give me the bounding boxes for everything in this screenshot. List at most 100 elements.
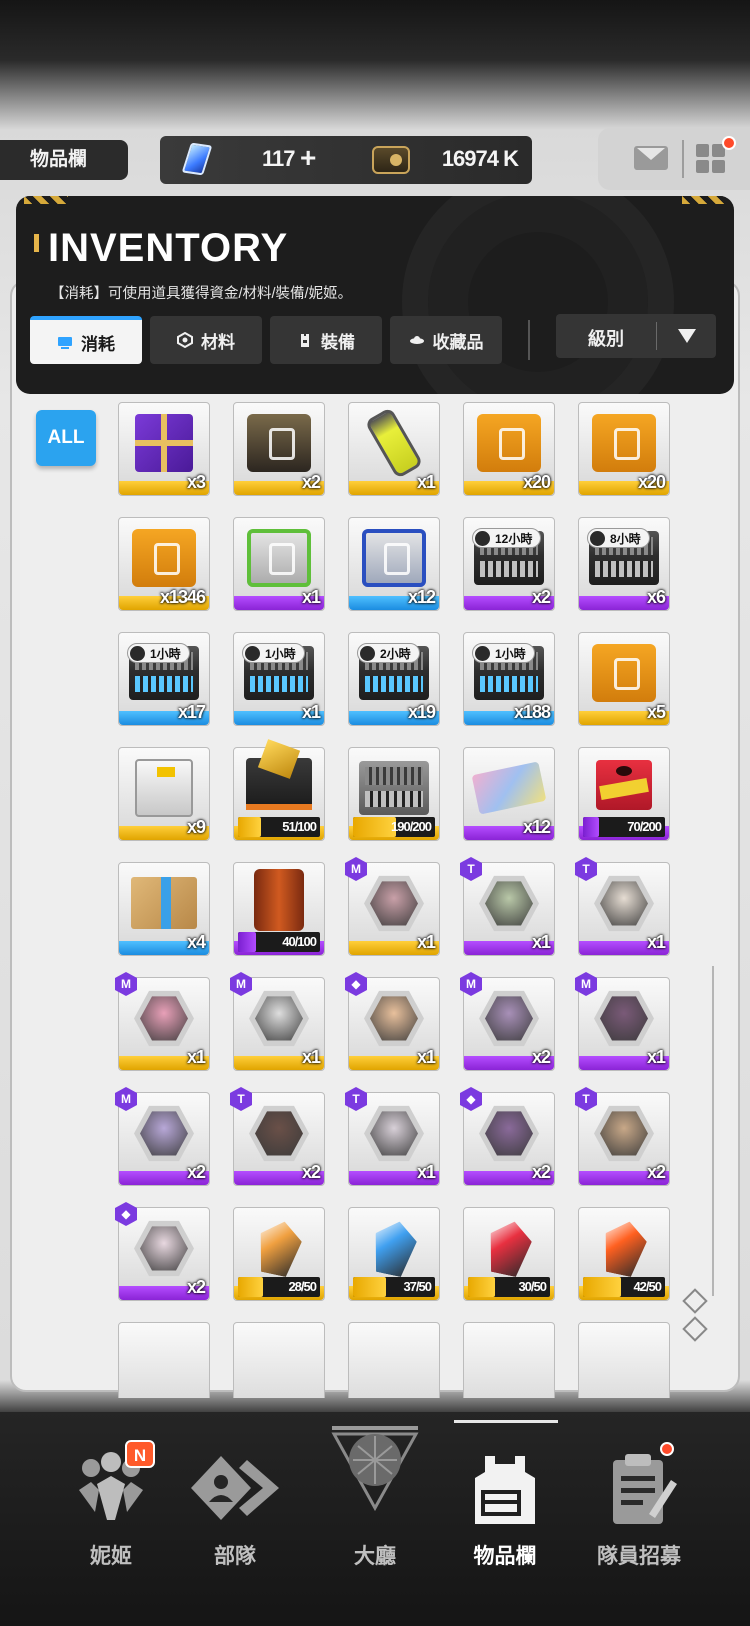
inventory-item[interactable]: 1小時 x188 <box>463 632 555 726</box>
progress-bar: 37/50 <box>353 1277 435 1297</box>
inventory-item[interactable]: 12小時 x2 <box>463 517 555 611</box>
item-count: x2 <box>301 1162 321 1182</box>
mail-icon[interactable] <box>634 146 668 170</box>
item-count: x6 <box>646 587 666 607</box>
bottom-nav: 妮姬 部隊 大廳 物品欄 隊員招募 <box>0 1412 750 1626</box>
timer-badge: 1小時 <box>127 643 190 663</box>
sort-label: 級別 <box>588 329 624 349</box>
inventory-item[interactable]: 1小時 x1 <box>233 632 325 726</box>
inventory-item[interactable] <box>118 1322 210 1398</box>
inventory-item[interactable]: ◆ x2 <box>115 1202 210 1301</box>
item-count: x12 <box>407 587 436 607</box>
scroll-down-icon[interactable] <box>682 1316 708 1342</box>
inventory-item[interactable]: x5 <box>578 632 670 726</box>
progress-fill <box>583 1277 621 1297</box>
tab-equipment[interactable]: 裝備 <box>270 316 382 364</box>
item-count: x2 <box>531 587 551 607</box>
character-portrait-icon <box>594 988 654 1048</box>
inventory-item[interactable]: x3 <box>118 402 210 496</box>
gift-box-icon <box>471 761 547 816</box>
nav-nikke[interactable]: 妮姬 <box>46 1412 176 1568</box>
item-count: x1 <box>186 1047 206 1067</box>
inventory-item[interactable]: 37/50 <box>348 1207 440 1301</box>
item-count: x188 <box>513 702 551 722</box>
inventory-item[interactable]: Tx2 <box>230 1087 325 1186</box>
inventory-item[interactable]: Mx2 <box>115 1087 210 1186</box>
sort-dropdown[interactable]: 級別 <box>556 314 716 358</box>
inventory-item[interactable] <box>578 1322 670 1398</box>
add-gems-button[interactable]: + <box>300 142 316 174</box>
nav-label: 物品欄 <box>473 1545 537 1568</box>
inventory-title: INVENTORY <box>48 226 289 270</box>
inventory-item[interactable]: Mx1 <box>575 972 670 1071</box>
filter-all-button[interactable]: ALL <box>36 410 96 466</box>
inventory-item[interactable]: x1 <box>233 517 325 611</box>
material-icon <box>177 332 193 348</box>
inventory-item[interactable]: 190/200 <box>348 747 440 841</box>
nav-squad[interactable]: 部隊 <box>170 1412 300 1568</box>
inventory-item[interactable]: Mx1 <box>345 857 440 956</box>
nav-inventory[interactable]: 物品欄 <box>440 1412 570 1568</box>
character-portrait-icon <box>364 1103 424 1163</box>
inventory-item[interactable]: Mx1 <box>115 972 210 1071</box>
inventory-item[interactable]: 8小時 x6 <box>578 517 670 611</box>
inventory-item[interactable]: x12 <box>463 747 555 841</box>
inventory-item[interactable]: x1 <box>348 402 440 496</box>
inventory-item[interactable]: Mx1 <box>230 972 325 1071</box>
tab-material[interactable]: 材料 <box>150 316 262 364</box>
nav-lobby[interactable]: 大廳 <box>310 1412 440 1568</box>
inventory-item[interactable]: 42/50 <box>578 1207 670 1301</box>
canister-icon <box>364 407 424 480</box>
inventory-item[interactable]: x4 <box>118 862 210 956</box>
nav-recruit[interactable]: 隊員招募 <box>574 1412 704 1568</box>
menu-grid-icon[interactable] <box>696 144 726 174</box>
scroll-up-icon[interactable] <box>682 1288 708 1314</box>
supply-crate-icon <box>247 529 311 588</box>
tab-label: 裝備 <box>321 332 355 352</box>
inventory-item[interactable]: Tx1 <box>575 857 670 956</box>
inventory-item[interactable]: x12 <box>348 517 440 611</box>
inventory-item[interactable]: Mx2 <box>460 972 555 1071</box>
hazard-stripes <box>682 196 726 204</box>
inventory-item[interactable]: ◆ x2 <box>460 1087 555 1186</box>
character-portrait-icon <box>594 1103 654 1163</box>
tab-collection[interactable]: 收藏品 <box>390 316 502 364</box>
active-tab-indicator <box>454 1420 558 1423</box>
inventory-item[interactable]: x20 <box>578 402 670 496</box>
nav-label: 大廳 <box>354 1545 396 1568</box>
inventory-item[interactable] <box>233 1322 325 1398</box>
inventory-item[interactable]: 51/100 <box>233 739 325 841</box>
item-count: x4 <box>186 932 206 952</box>
inventory-item[interactable]: x1346 <box>118 517 210 611</box>
inventory-item[interactable]: Tx1 <box>345 1087 440 1186</box>
equipment-case-icon <box>359 761 429 816</box>
nav-label: 隊員招募 <box>597 1545 681 1568</box>
inventory-item[interactable]: 70/200 <box>578 747 670 841</box>
inventory-item[interactable]: Tx2 <box>575 1087 670 1186</box>
inventory-item[interactable]: x9 <box>118 747 210 841</box>
progress-bar: 70/200 <box>583 817 665 837</box>
tab-consumable[interactable]: 消耗 <box>30 316 142 364</box>
inventory-item[interactable]: 40/100 <box>233 862 325 956</box>
inventory-item[interactable]: 2小時 x19 <box>348 632 440 726</box>
character-portrait-icon <box>479 988 539 1048</box>
inventory-item[interactable]: x2 <box>233 402 325 496</box>
character-portrait-icon <box>364 988 424 1048</box>
inventory-item[interactable]: x20 <box>463 402 555 496</box>
scrollbar[interactable] <box>712 966 714 1296</box>
inventory-item[interactable]: 30/50 <box>463 1207 555 1301</box>
inventory-item[interactable]: ◆ x1 <box>345 972 440 1071</box>
inventory-item[interactable] <box>348 1322 440 1398</box>
timer-badge: 2小時 <box>357 643 420 663</box>
inventory-item[interactable]: 28/50 <box>233 1207 325 1301</box>
timer-badge: 1小時 <box>242 643 305 663</box>
new-badge: N <box>125 1440 155 1468</box>
item-count: x20 <box>637 472 666 492</box>
recruit-icon <box>613 1454 677 1524</box>
inventory-item[interactable]: 1小時 x17 <box>118 632 210 726</box>
consumable-icon <box>58 337 72 349</box>
character-portrait-icon <box>479 1103 539 1163</box>
inventory-item[interactable]: Tx1 <box>460 857 555 956</box>
progress-text: 28/50 <box>288 1279 317 1294</box>
inventory-item[interactable] <box>463 1322 555 1398</box>
